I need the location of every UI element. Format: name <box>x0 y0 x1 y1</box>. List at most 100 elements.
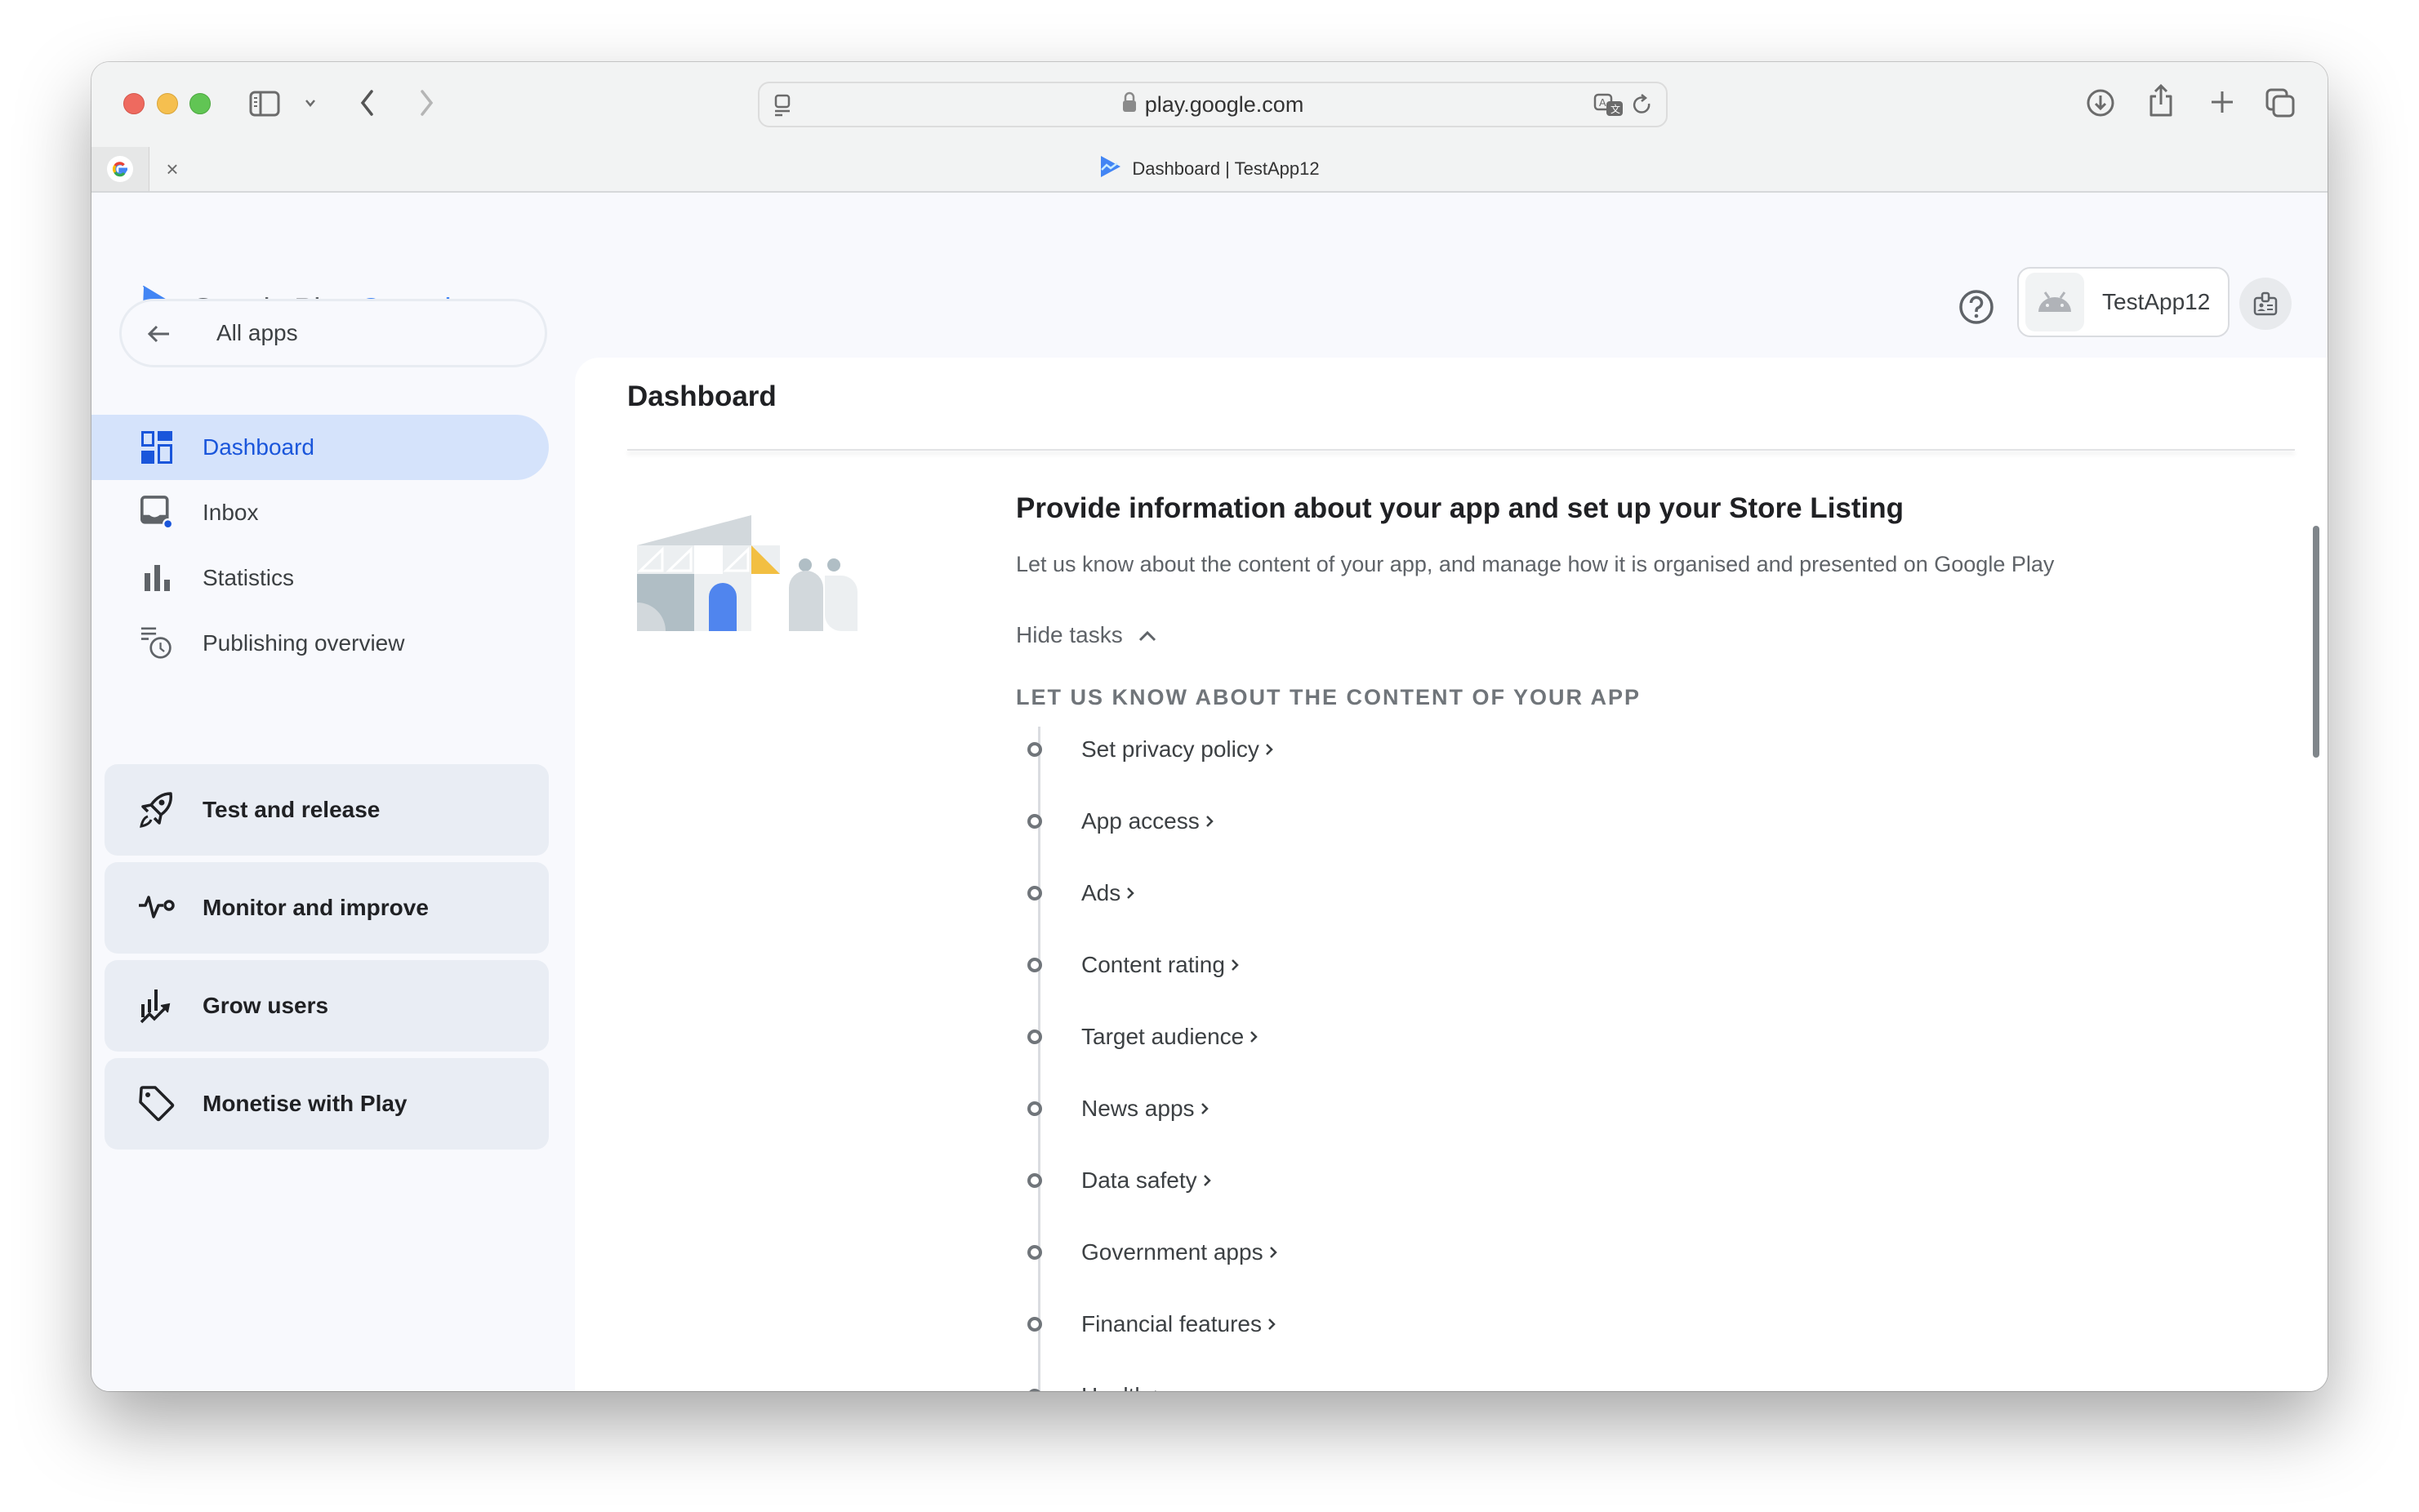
bar-chart-icon <box>140 562 173 594</box>
chevron-right-icon <box>1200 1096 1210 1122</box>
chevron-right-icon <box>1249 1024 1259 1050</box>
arrow-left-icon <box>145 319 174 349</box>
svg-text:A: A <box>1599 96 1606 109</box>
main-content: Dashboard Provide information about your… <box>575 358 2328 1391</box>
task-item[interactable]: Health <box>1027 1380 1156 1391</box>
sidebar-group-monitor-and-improve[interactable]: Monitor and improve <box>105 862 549 954</box>
task-item[interactable]: Government apps <box>1027 1236 1277 1269</box>
sidebar-item-label: Statistics <box>203 565 295 590</box>
task-status-dot <box>1027 1029 1042 1044</box>
task-item[interactable]: Ads <box>1027 877 1135 909</box>
task-link[interactable]: Set privacy policy <box>1081 736 1274 763</box>
active-tab[interactable]: Dashboard | TestApp12 <box>91 147 2328 191</box>
sidebar-group-monetise-with-play[interactable]: Monetise with Play <box>105 1058 549 1150</box>
app-name: TestApp12 <box>2102 289 2211 314</box>
maximize-window-button[interactable] <box>189 93 211 114</box>
task-link[interactable]: Health <box>1081 1383 1162 1391</box>
task-item[interactable]: App access <box>1027 805 1214 838</box>
publishing-icon <box>140 627 173 660</box>
all-apps-button[interactable]: All apps <box>119 299 547 367</box>
task-label: Set privacy policy <box>1081 736 1259 762</box>
task-item[interactable]: Financial features <box>1027 1308 1276 1341</box>
chevron-down-icon[interactable] <box>302 95 319 111</box>
address-bar[interactable]: play.google.com A文 <box>758 82 1668 127</box>
card-heading: Provide information about your app and s… <box>1016 492 1904 524</box>
store-listing-illustration <box>637 515 874 638</box>
task-label: News apps <box>1081 1096 1195 1121</box>
download-icon[interactable] <box>2084 87 2117 119</box>
chevron-right-icon <box>1152 1383 1162 1391</box>
sidebar-icon[interactable] <box>248 90 281 118</box>
share-icon[interactable] <box>2146 82 2176 119</box>
tab-title: Dashboard | TestApp12 <box>1132 158 1320 179</box>
task-link[interactable]: Financial features <box>1081 1311 1276 1337</box>
inbox-icon <box>140 496 173 530</box>
reload-icon[interactable] <box>1630 93 1655 118</box>
sidebar-item-publishing-overview[interactable]: Publishing overview <box>91 611 549 676</box>
translate-icon[interactable]: A文 <box>1593 91 1625 119</box>
tag-icon <box>139 1086 175 1122</box>
task-item[interactable]: Set privacy policy <box>1027 733 1273 766</box>
task-link[interactable]: Target audience <box>1081 1024 1259 1050</box>
all-apps-label: All apps <box>216 320 298 345</box>
task-item[interactable]: Data safety <box>1027 1164 1211 1197</box>
chevron-right-icon <box>1268 1239 1278 1265</box>
task-link[interactable]: Data safety <box>1081 1167 1212 1194</box>
chevron-up-icon <box>1138 622 1157 648</box>
sidebar-item-dashboard[interactable]: Dashboard <box>91 415 549 480</box>
chevron-right-icon <box>1264 736 1274 763</box>
chevron-right-icon[interactable] <box>415 87 439 119</box>
sidebar-item-label: Inbox <box>203 500 259 525</box>
tabs-icon[interactable] <box>2264 87 2296 119</box>
url-text: play.google.com <box>1144 91 1304 117</box>
task-link[interactable]: Ads <box>1081 880 1135 906</box>
task-link[interactable]: Content rating <box>1081 952 1240 978</box>
play-console-favicon <box>1099 154 1122 184</box>
task-item[interactable]: Content rating <box>1027 949 1239 981</box>
rocket-icon <box>139 792 175 828</box>
sidebar-item-label: Dashboard <box>203 434 314 460</box>
task-label: Data safety <box>1081 1167 1197 1193</box>
plus-icon[interactable] <box>2207 87 2238 118</box>
task-status-dot <box>1027 886 1042 901</box>
close-window-button[interactable] <box>123 93 145 114</box>
chevron-right-icon <box>1125 880 1135 906</box>
sidebar-group-label: Grow users <box>203 993 329 1018</box>
sidebar-item-statistics[interactable]: Statistics <box>91 545 549 611</box>
minimize-window-button[interactable] <box>157 93 178 114</box>
page-title: Dashboard <box>627 380 777 412</box>
sidebar-group-grow-users[interactable]: Grow users <box>105 960 549 1052</box>
section-label: LET US KNOW ABOUT THE CONTENT OF YOUR AP… <box>1016 685 1642 709</box>
task-status-dot <box>1027 1173 1042 1188</box>
sidebar-item-label: Publishing overview <box>203 630 405 656</box>
developer-account-button[interactable] <box>2239 278 2292 330</box>
help-button[interactable] <box>1957 287 1996 327</box>
sidebar-group-label: Monetise with Play <box>203 1091 408 1116</box>
task-status-dot <box>1027 1389 1042 1391</box>
task-label: Health <box>1081 1383 1147 1391</box>
card-description: Let us know about the content of your ap… <box>1016 552 2055 576</box>
dashboard-icon <box>140 431 173 464</box>
sidebar-group-test-and-release[interactable]: Test and release <box>105 764 549 856</box>
task-link[interactable]: News apps <box>1081 1096 1210 1122</box>
sidebar-item-inbox[interactable]: Inbox <box>91 480 549 545</box>
sidebar-group-label: Test and release <box>203 797 381 822</box>
task-status-dot <box>1027 958 1042 972</box>
play-console-page: Google Play Console TestApp12 All apps <box>91 193 2328 1391</box>
growth-icon <box>139 988 175 1024</box>
task-item[interactable]: Target audience <box>1027 1021 1259 1053</box>
chevron-right-icon <box>1267 1311 1276 1337</box>
tab-bar: × Dashboard | TestApp12 <box>91 147 2328 193</box>
browser-toolbar: play.google.com A文 <box>91 62 2328 147</box>
hide-tasks-toggle[interactable]: Hide tasks <box>1016 622 1157 648</box>
chevron-left-icon[interactable] <box>354 87 379 119</box>
task-item[interactable]: News apps <box>1027 1092 1209 1125</box>
task-status-dot <box>1027 1317 1042 1332</box>
scrollbar[interactable] <box>2313 526 2319 758</box>
browser-window: play.google.com A文 × Dashboard | TestApp… <box>91 62 2328 1391</box>
task-link[interactable]: Government apps <box>1081 1239 1278 1265</box>
task-link[interactable]: App access <box>1081 808 1214 834</box>
task-status-dot <box>1027 814 1042 829</box>
app-selector[interactable]: TestApp12 <box>2017 267 2230 337</box>
chevron-right-icon <box>1202 1167 1212 1194</box>
